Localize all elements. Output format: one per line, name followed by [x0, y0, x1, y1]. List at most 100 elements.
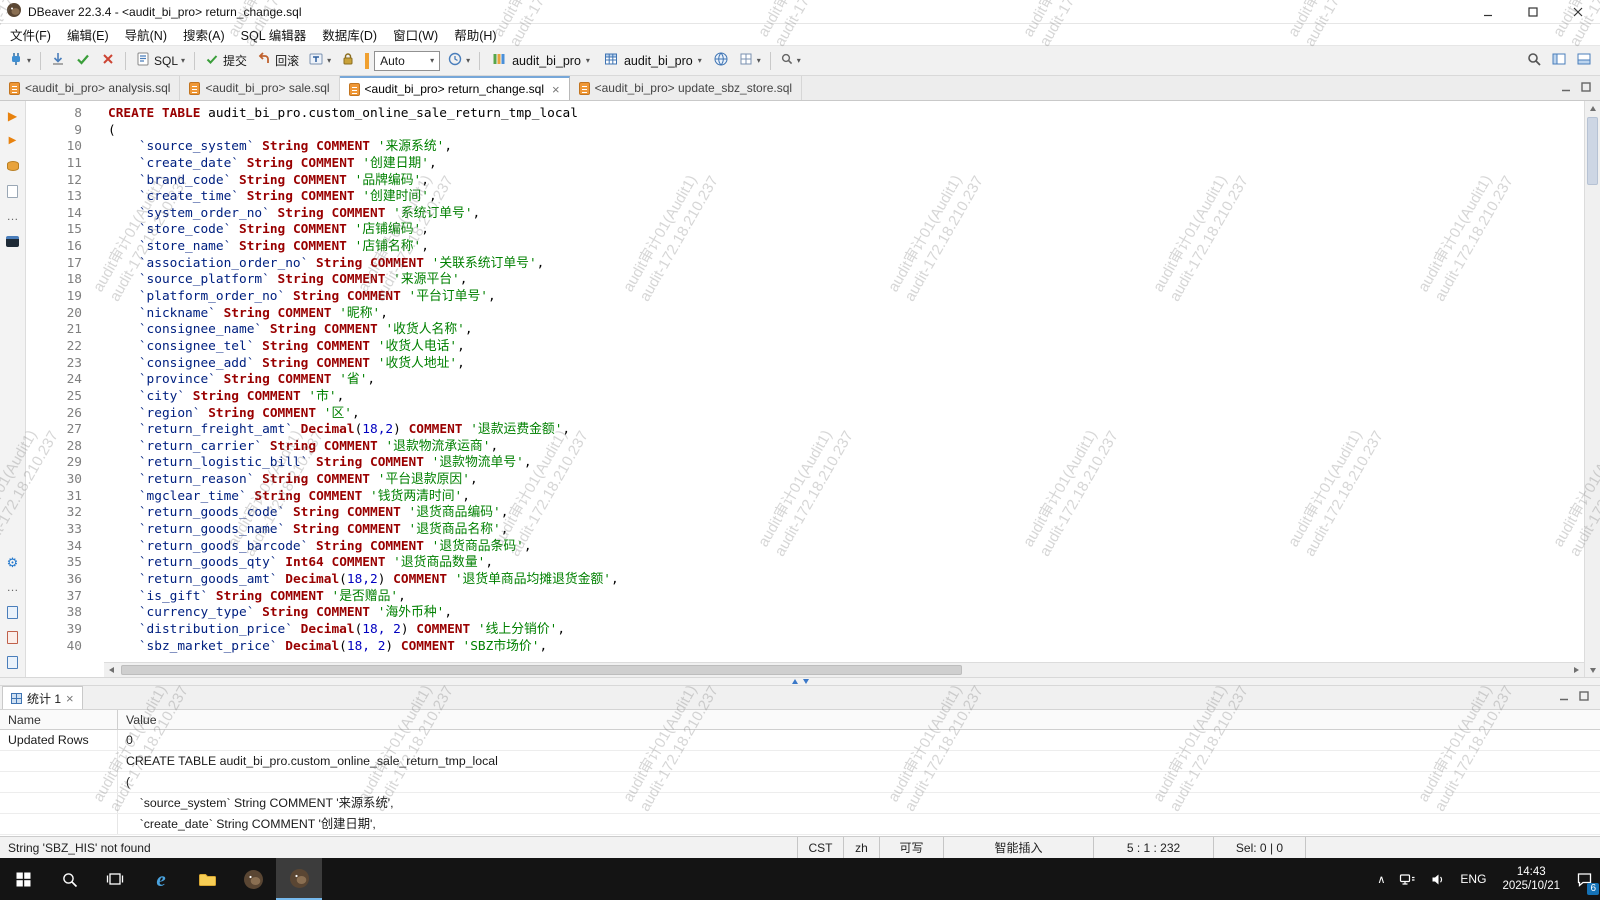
code-line[interactable]: `nickname` String COMMENT '昵称', [108, 306, 1584, 323]
code-line[interactable]: `province` String COMMENT '省', [108, 372, 1584, 389]
code-line[interactable]: `currency_type` String COMMENT '海外币种', [108, 605, 1584, 622]
transaction-log-button[interactable]: ▾ [304, 49, 335, 73]
editor-tab[interactable]: <audit_bi_pro> update_sbz_store.sql [570, 76, 802, 100]
code-line[interactable]: `consignee_tel` String COMMENT '收货人电话', [108, 339, 1584, 356]
execute-statement-button[interactable]: ▶ [4, 107, 22, 125]
code-line[interactable]: `create_time` String COMMENT '创建时间', [108, 189, 1584, 206]
code-line[interactable]: `create_date` String COMMENT '创建日期', [108, 156, 1584, 173]
stats-row[interactable]: `create_date` String COMMENT '创建日期', [0, 814, 1600, 835]
script-page-button[interactable] [4, 182, 22, 200]
code-line[interactable]: `source_system` String COMMENT '来源系统', [108, 139, 1584, 156]
minimize-panel-icon[interactable] [1558, 690, 1570, 705]
connection-select[interactable]: audit_bi_pro ▾ [485, 49, 596, 73]
code-line[interactable]: `return_reason` String COMMENT '平台退款原因', [108, 472, 1584, 489]
menubar-item[interactable]: 窗口(W) [385, 24, 446, 45]
horizontal-scroll-track[interactable] [119, 663, 1569, 677]
stats-row[interactable]: CREATE TABLE audit_bi_pro.custom_online_… [0, 751, 1600, 772]
editor-tab[interactable]: <audit_bi_pro> sale.sql [180, 76, 339, 100]
code-line[interactable]: `consignee_name` String COMMENT '收货人名称', [108, 322, 1584, 339]
taskbar-search-button[interactable] [46, 858, 92, 900]
start-button[interactable] [0, 858, 46, 900]
fetch-data-button[interactable] [46, 49, 70, 73]
sash-up-arrow-icon[interactable] [792, 679, 798, 684]
code-line[interactable]: `city` String COMMENT '市', [108, 389, 1584, 406]
stats-row[interactable]: ( [0, 772, 1600, 793]
query-page-button[interactable] [4, 653, 22, 671]
close-window-button[interactable] [1555, 0, 1600, 23]
tray-chevron-icon[interactable]: ∧ [1370, 858, 1392, 900]
code-line[interactable]: `association_order_no` String COMMENT '关… [108, 256, 1584, 273]
sql-editor-menu-button[interactable]: SQL ▾ [131, 49, 189, 73]
code-line[interactable]: `distribution_price` Decimal(18, 2) COMM… [108, 622, 1584, 639]
menubar-item[interactable]: 数据库(D) [314, 24, 385, 45]
stats-tab[interactable]: 统计 1 × [2, 686, 83, 709]
file-explorer-taskbar-icon[interactable] [184, 858, 230, 900]
code-line[interactable]: `return_goods_code` String COMMENT '退货商品… [108, 505, 1584, 522]
code-line[interactable]: `store_name` String COMMENT '店铺名称', [108, 239, 1584, 256]
code-line[interactable]: `sbz_market_price` Decimal(18, 2) COMMEN… [108, 639, 1584, 656]
explain-plan-button[interactable] [4, 157, 22, 175]
task-view-button[interactable] [92, 858, 138, 900]
tab-close-icon[interactable]: × [552, 82, 560, 97]
status-caret-position[interactable]: 5 : 1 : 232 [1093, 837, 1213, 858]
status-insert-mode[interactable]: 智能插入 [943, 837, 1093, 858]
menubar-item[interactable]: 文件(F) [2, 24, 59, 45]
scroll-down-arrow[interactable] [1585, 663, 1600, 677]
refresh-interval-button[interactable]: ▾ [443, 49, 474, 73]
line-number-ruler[interactable]: 8910111213141516171819202122232425262728… [26, 101, 92, 662]
code-line[interactable]: `platform_order_no` String COMMENT '平台订单… [108, 289, 1584, 306]
code-line[interactable]: `consignee_add` String COMMENT '收货人地址', [108, 356, 1584, 373]
code-line[interactable]: `mgclear_time` String COMMENT '钱货两清时间', [108, 489, 1584, 506]
code-line[interactable]: `store_code` String COMMENT '店铺编码', [108, 222, 1584, 239]
code-line[interactable]: `return_freight_amt` Decimal(18,2) COMME… [108, 422, 1584, 439]
editor-tab[interactable]: <audit_bi_pro> analysis.sql [0, 76, 180, 100]
code-line[interactable]: CREATE TABLE audit_bi_pro.custom_online_… [108, 106, 1584, 123]
dbeaver-taskbar-icon[interactable] [230, 858, 276, 900]
scroll-left-arrow[interactable] [104, 663, 119, 677]
commit-mode-select[interactable]: Auto ▾ [374, 51, 440, 71]
editor-tab[interactable]: <audit_bi_pro> return_change.sql× [340, 76, 570, 100]
status-write-mode[interactable]: 可写 [879, 837, 943, 858]
code-line[interactable]: `return_logistic_bill` String COMMENT '退… [108, 455, 1584, 472]
maximize-view-icon[interactable] [1580, 81, 1592, 96]
sql-editor-surface[interactable]: 8910111213141516171819202122232425262728… [26, 101, 1584, 662]
tray-volume-icon[interactable] [1423, 858, 1453, 900]
scroll-right-arrow[interactable] [1569, 663, 1584, 677]
output-page-button[interactable] [4, 603, 22, 621]
accept-icon-button[interactable] [71, 49, 95, 73]
maximize-panel-icon[interactable] [1578, 690, 1590, 705]
lock-button[interactable] [336, 49, 360, 73]
code-line[interactable]: `system_order_no` String COMMENT '系统订单号'… [108, 206, 1584, 223]
code-line[interactable]: `source_platform` String COMMENT '来源平台', [108, 272, 1584, 289]
stats-row[interactable]: Updated Rows0 [0, 730, 1600, 751]
maximize-window-button[interactable] [1510, 0, 1555, 23]
editor-settings-button[interactable]: ⚙ [4, 553, 22, 571]
stats-col-value[interactable]: Value [118, 710, 1600, 729]
editor-horizontal-scrollbar[interactable] [104, 662, 1584, 677]
panel-sash[interactable] [0, 677, 1600, 686]
code-line[interactable]: ( [108, 123, 1584, 140]
dbeaver-taskbar-icon-active[interactable] [276, 858, 322, 900]
scroll-up-arrow[interactable] [1585, 101, 1600, 115]
ie-taskbar-icon[interactable]: e [138, 858, 184, 900]
rail-more-button[interactable]: … [4, 207, 22, 225]
sash-down-arrow-icon[interactable] [803, 679, 809, 684]
code-line[interactable]: `return_goods_qty` Int64 COMMENT '退货商品数量… [108, 555, 1584, 572]
action-center-icon[interactable]: 6 [1569, 858, 1600, 900]
minimize-view-icon[interactable] [1560, 81, 1572, 96]
code-line[interactable]: `is_gift` String COMMENT '是否赠品', [108, 589, 1584, 606]
menubar-item[interactable]: 帮助(H) [446, 24, 504, 45]
tray-network-icon[interactable] [1392, 858, 1423, 900]
code-line[interactable]: `return_goods_barcode` String COMMENT '退… [108, 539, 1584, 556]
execute-script-button[interactable]: ▶ [4, 132, 22, 150]
rail-more2-button[interactable]: … [4, 578, 22, 596]
code-line[interactable]: `return_goods_amt` Decimal(18,2) COMMENT… [108, 572, 1584, 589]
log-page-button[interactable] [4, 628, 22, 646]
menubar-item[interactable]: 导航(N) [117, 24, 175, 45]
schema-select[interactable]: audit_bi_pro ▾ [597, 49, 708, 73]
output-mode-button[interactable]: ▾ [734, 49, 765, 73]
stats-row[interactable]: `source_system` String COMMENT '来源系统', [0, 793, 1600, 814]
stats-tab-close-icon[interactable]: × [66, 691, 74, 706]
horizontal-scroll-thumb[interactable] [121, 665, 962, 675]
taskbar-clock[interactable]: 14:43 2025/10/21 [1493, 858, 1569, 900]
